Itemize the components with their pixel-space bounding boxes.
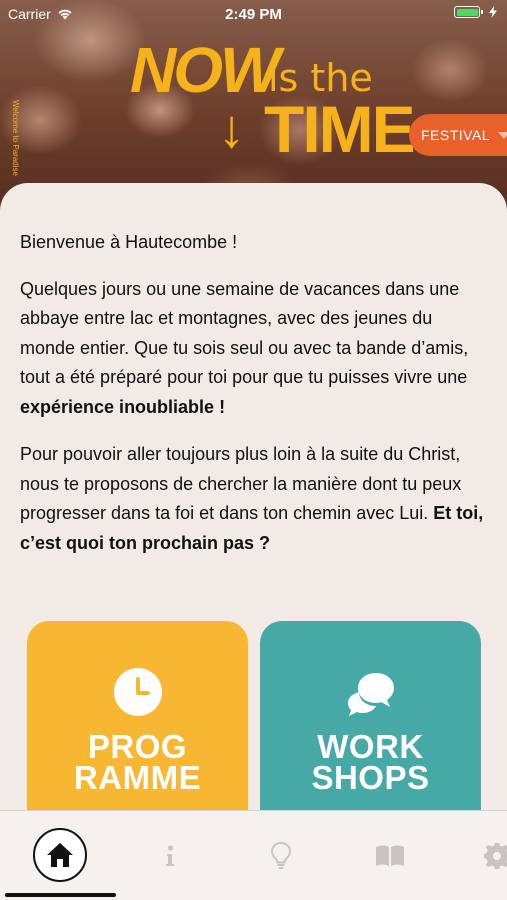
tab-settings[interactable] xyxy=(470,829,507,883)
workshops-label-line2: SHOPS xyxy=(311,759,430,796)
logo-time: TIME xyxy=(264,92,416,166)
side-tagline: Welcome to Paradise xyxy=(11,100,20,176)
gear-icon xyxy=(484,843,507,869)
chevron-down-icon xyxy=(498,131,507,139)
greeting: Bienvenue à Hautecombe ! xyxy=(20,232,238,252)
chat-bubbles-icon xyxy=(348,673,394,716)
workshops-label: WORK SHOPS xyxy=(260,728,481,796)
programme-label-line2: RAMME xyxy=(73,759,202,796)
clock-icon xyxy=(114,668,162,716)
battery-area xyxy=(454,6,497,18)
logo-now: NOW xyxy=(130,34,280,106)
logo-arrow: ↓ xyxy=(218,99,245,159)
next-step-text: Pour pouvoir aller toujours plus loin à … xyxy=(20,444,462,523)
next-step-paragraph: Pour pouvoir aller toujours plus loin à … xyxy=(20,440,490,558)
charging-icon xyxy=(489,6,497,18)
tab-info[interactable] xyxy=(143,829,197,883)
workshops-tile[interactable]: WORK SHOPS xyxy=(260,621,481,821)
welcome-text: Bienvenue à Hautecombe ! Quelques jours … xyxy=(20,228,490,576)
intro-paragraph: Quelques jours ou une semaine de vacance… xyxy=(20,275,490,423)
active-tab-indicator xyxy=(5,893,116,897)
intro-highlight: expérience inoubliable ! xyxy=(20,396,226,417)
now-is-the-time-logo: NOW is the ↓ TIME xyxy=(130,34,416,162)
tab-home[interactable] xyxy=(33,828,87,882)
home-icon xyxy=(47,843,73,867)
clock: 2:49 PM xyxy=(225,6,282,23)
intro-text: Quelques jours ou une semaine de vacance… xyxy=(20,278,469,388)
festival-label: FESTIVAL xyxy=(421,127,491,143)
tab-book[interactable] xyxy=(363,829,417,883)
programme-tile[interactable]: PROG RAMME xyxy=(27,621,248,821)
programme-label-line1: PROG xyxy=(87,728,188,765)
lightbulb-icon xyxy=(270,841,292,869)
festival-selector[interactable]: FESTIVAL xyxy=(409,114,507,156)
battery-icon xyxy=(454,6,483,18)
workshops-label-line1: WORK xyxy=(317,728,424,765)
programme-label: PROG RAMME xyxy=(27,728,248,796)
open-book-icon xyxy=(376,845,404,866)
tab-bar xyxy=(0,810,507,900)
tab-ideas[interactable] xyxy=(254,829,308,883)
status-bar: Carrier 2:49 PM xyxy=(0,0,507,28)
info-icon xyxy=(166,845,174,866)
